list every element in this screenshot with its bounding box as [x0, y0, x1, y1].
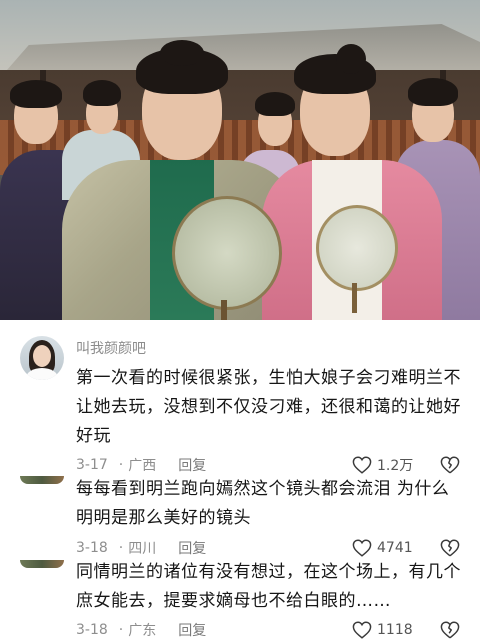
- like-button[interactable]: 4741: [352, 537, 413, 559]
- dislike-button[interactable]: [439, 537, 461, 559]
- broken-heart-icon: [440, 456, 460, 474]
- like-button[interactable]: 1.2万: [352, 454, 413, 476]
- comment-date: 3-17: [76, 457, 108, 473]
- dislike-button[interactable]: [439, 619, 461, 641]
- dislike-button[interactable]: [439, 454, 461, 476]
- comment-list: 叫我颜颜吧 第一次看的时候很紧张，生怕大娘子会刁难明兰不让她去玩，没想到不仅没刁…: [0, 320, 480, 640]
- comment-location: 广东: [128, 623, 157, 639]
- fan-handle-left: [221, 300, 227, 320]
- comment-meta: 3-17 · 广西 回复: [76, 454, 206, 476]
- fan-handle-right: [352, 283, 357, 313]
- comment-text: 每每看到明兰跑向嫣然这个镜头都会流泪 为什么明明是那么美好的镜头: [76, 479, 450, 528]
- comment-text: 同情明兰的诸位有没有想过，在这个场上，有几个庶女能去，提要求嫡母也不给白眼的……: [76, 562, 461, 611]
- comment-meta: 3-18 · 四川 回复: [76, 537, 206, 559]
- comment-text: 第一次看的时候很紧张，生怕大娘子会刁难明兰不让她去玩，没想到不仅没刁难，还很和蔼…: [76, 368, 461, 446]
- username[interactable]: 叫我颜颜吧: [76, 338, 146, 358]
- comment-date: 3-18: [76, 622, 108, 638]
- meta-separator: ·: [118, 622, 124, 638]
- avatar[interactable]: [20, 560, 64, 568]
- round-fan-right: [316, 205, 398, 291]
- video-frame[interactable]: [0, 0, 480, 320]
- comment-meta: 3-18 · 广东 回复: [76, 619, 206, 641]
- comment-date: 3-18: [76, 540, 108, 556]
- meta-separator: ·: [118, 540, 124, 556]
- avatar[interactable]: [20, 336, 64, 380]
- broken-heart-icon: [440, 621, 460, 639]
- like-count: 4741: [377, 540, 413, 556]
- avatar-face: [33, 345, 51, 367]
- comment-location: 四川: [128, 541, 157, 557]
- heart-outline-icon: [352, 456, 372, 474]
- reply-button[interactable]: 回复: [178, 455, 206, 475]
- like-button[interactable]: 1118: [352, 619, 413, 641]
- round-fan-left: [172, 196, 282, 310]
- like-count: 1.2万: [377, 458, 414, 474]
- heart-outline-icon: [352, 539, 372, 557]
- meta-separator: ·: [118, 457, 124, 473]
- reply-button[interactable]: 回复: [178, 620, 206, 640]
- heart-outline-icon: [352, 621, 372, 639]
- reply-button[interactable]: 回复: [178, 538, 206, 558]
- avatar[interactable]: [20, 476, 64, 484]
- like-count: 1118: [377, 622, 413, 638]
- broken-heart-icon: [440, 539, 460, 557]
- comment-location: 广西: [128, 458, 157, 474]
